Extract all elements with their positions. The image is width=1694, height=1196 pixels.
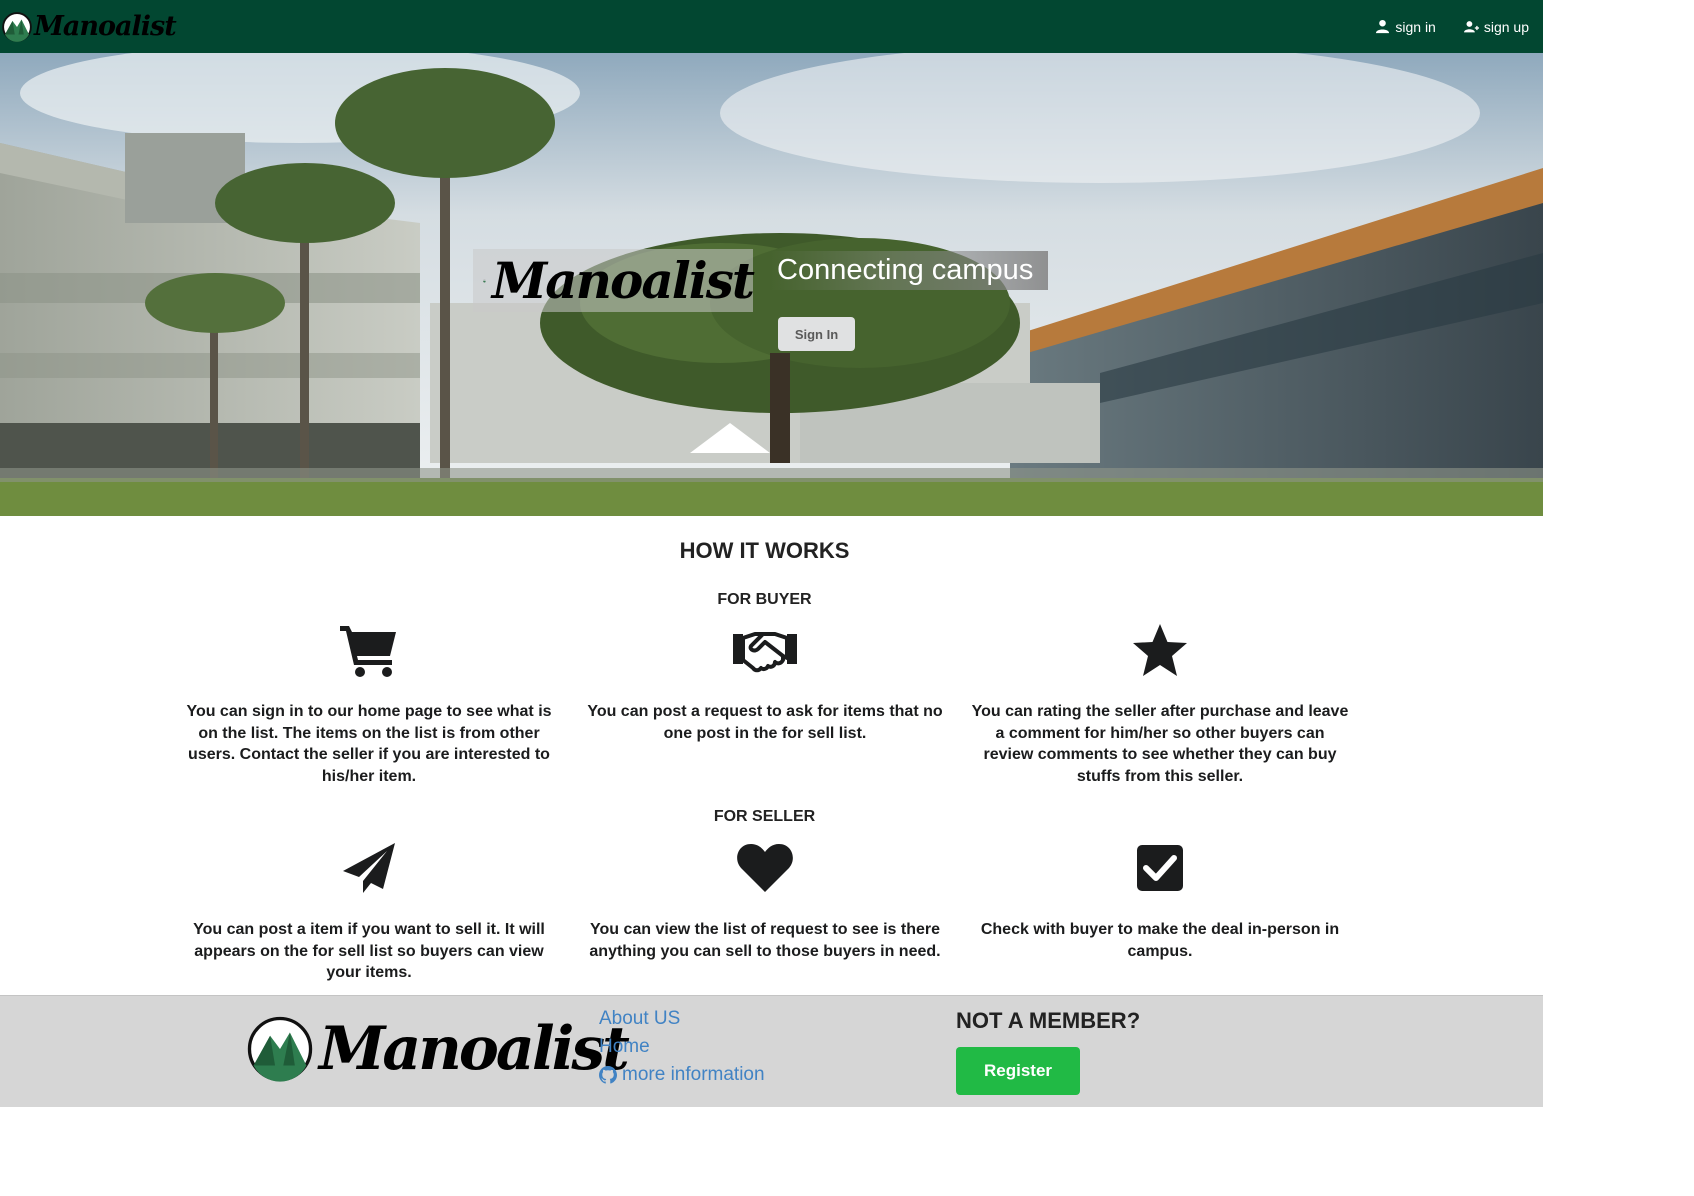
buyer-feature-request-text: You can post a request to ask for items … (587, 703, 943, 742)
mountain-logo-icon (483, 279, 486, 282)
check-square-icon (1137, 845, 1183, 891)
footer-logo-text: Manoalist (319, 1014, 630, 1084)
more-information-link[interactable]: more information (599, 1064, 765, 1086)
nav-sign-in-label: sign in (1395, 18, 1436, 35)
handshake-icon (733, 632, 797, 673)
register-button[interactable]: Register (956, 1047, 1080, 1095)
nav-logo[interactable]: Manoalist (2, 0, 177, 53)
github-icon (599, 1066, 617, 1084)
not-member-heading: NOT A MEMBER? (956, 1008, 1141, 1033)
hero-sign-in-button[interactable]: Sign In (778, 317, 855, 351)
nav-logo-text: Manoalist (34, 11, 177, 42)
for-seller-heading: FOR SELLER (713, 808, 816, 825)
seller-feature-requests: You can view the list of request to see … (575, 837, 955, 962)
seller-feature-deal-text: Check with buyer to make the deal in-per… (980, 921, 1340, 960)
how-it-works-heading: HOW IT WORKS (679, 538, 850, 563)
seller-feature-post-text: You can post a item if you want to sell … (193, 921, 545, 981)
hero-banner: Manoalist Connecting campus Sign In (0, 53, 1543, 516)
shopping-cart-icon (340, 626, 396, 677)
hero-logo: Manoalist (473, 249, 755, 312)
seller-feature-post: You can post a item if you want to sell … (179, 837, 559, 984)
star-icon (1133, 624, 1187, 676)
home-link[interactable]: Home (599, 1036, 765, 1058)
top-navbar: Manoalist sign in sign up (0, 0, 1543, 53)
footer: Manoalist About US Home more information… (0, 995, 1543, 1107)
seller-feature-deal: Check with buyer to make the deal in-per… (970, 837, 1350, 962)
buyer-feature-browse-text: You can sign in to our home page to see … (186, 703, 552, 785)
about-us-link[interactable]: About US (599, 1008, 765, 1030)
more-information-label: more information (622, 1064, 765, 1085)
nav-sign-up-label: sign up (1483, 18, 1529, 35)
nav-sign-in-link[interactable]: sign in (1375, 18, 1436, 35)
paper-plane-icon (343, 843, 395, 893)
mountain-logo-icon (2, 11, 32, 42)
mountain-logo-icon (247, 1016, 313, 1082)
heart-icon (737, 844, 793, 892)
for-buyer-heading: FOR BUYER (717, 591, 812, 608)
hero-tagline: Connecting campus (770, 251, 1048, 290)
footer-logo: Manoalist (247, 1014, 630, 1084)
buyer-feature-rating: You can rating the seller after purchase… (970, 619, 1350, 787)
buyer-feature-request: You can post a request to ask for items … (575, 619, 955, 744)
hero-logo-text: Manoalist (491, 251, 755, 310)
buyer-feature-rating-text: You can rating the seller after purchase… (971, 703, 1349, 785)
nav-sign-up-link[interactable]: sign up (1463, 18, 1529, 35)
user-icon (1376, 19, 1390, 34)
seller-feature-requests-text: You can view the list of request to see … (589, 921, 941, 960)
footer-links: About US Home more information (599, 1008, 765, 1086)
add-user-icon (1463, 21, 1479, 33)
buyer-feature-browse: You can sign in to our home page to see … (179, 619, 559, 787)
